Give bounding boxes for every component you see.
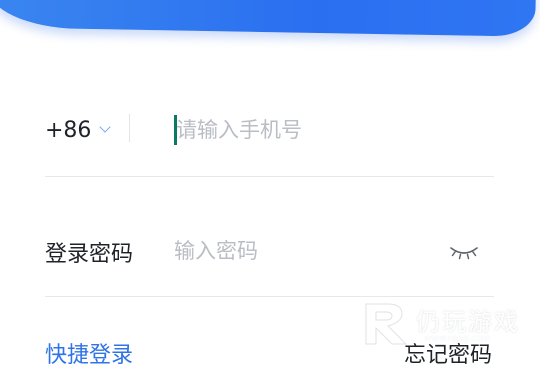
watermark-text: 仍玩游戏 bbox=[416, 308, 520, 336]
quick-login-link[interactable]: 快捷登录 bbox=[45, 337, 133, 369]
chevron-down-icon bbox=[99, 121, 112, 133]
forgot-password-link[interactable]: 忘记密码 bbox=[404, 337, 492, 369]
phone-input[interactable] bbox=[174, 112, 496, 148]
text-caret bbox=[174, 115, 177, 145]
header-banner bbox=[0, 0, 537, 37]
password-divider bbox=[45, 296, 494, 297]
field-separator bbox=[129, 114, 130, 142]
country-code-label: +86 bbox=[45, 117, 92, 143]
phone-input-wrap[interactable] bbox=[174, 112, 496, 148]
password-label: 登录密码 bbox=[45, 242, 134, 267]
password-input[interactable] bbox=[174, 234, 424, 268]
eye-closed-icon[interactable] bbox=[448, 240, 480, 262]
watermark-logo-icon bbox=[365, 303, 408, 345]
phone-divider bbox=[45, 176, 494, 177]
country-code-selector[interactable]: +86 bbox=[45, 114, 112, 146]
